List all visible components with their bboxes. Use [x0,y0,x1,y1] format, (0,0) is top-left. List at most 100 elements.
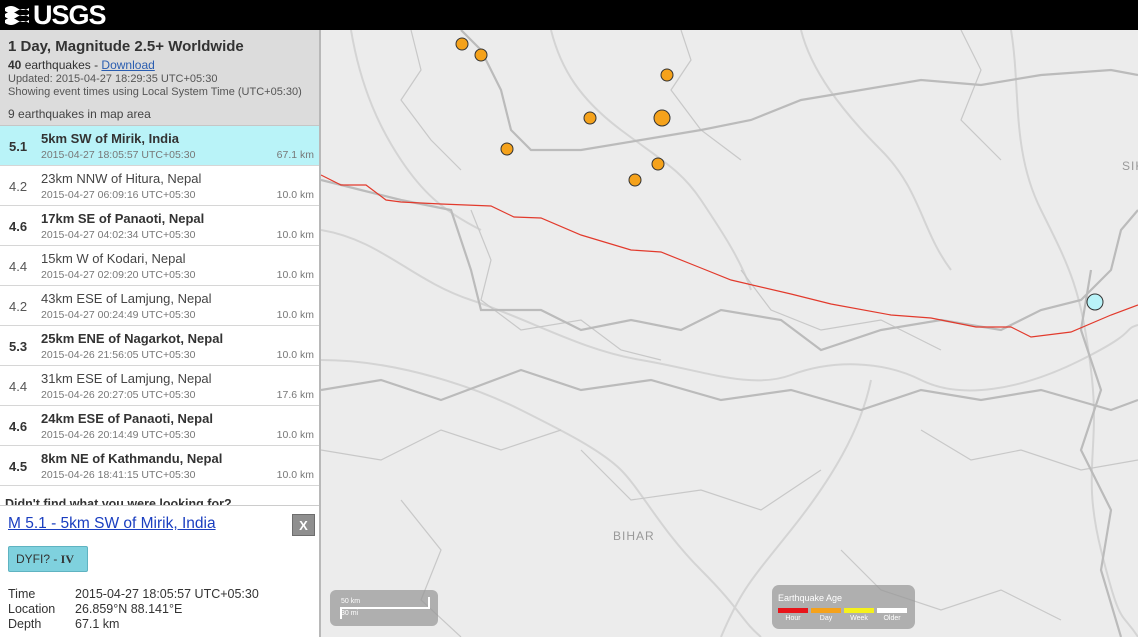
earthquake-depth: 10.0 km [276,349,314,361]
earthquake-magnitude: 4.4 [9,259,28,274]
earthquake-markers [455,37,1104,311]
earthquake-place: 8km NE of Kathmandu, Nepal [41,451,223,466]
map-area-number: 9 [8,107,15,121]
feed-title: 1 Day, Magnitude 2.5+ Worldwide [8,38,244,55]
timezone-note: Showing event times using Local System T… [8,86,302,98]
earthquake-depth: 10.0 km [276,469,314,481]
earthquake-place: 24km ESE of Panaoti, Nepal [41,411,213,426]
international-border [321,174,1138,338]
earthquake-row[interactable]: 4.6 24km ESE of Panaoti, Nepal 2015-04-26 … [0,406,319,446]
legend-title: Earthquake Age [778,593,843,603]
state-boundaries [321,30,1138,637]
legend-label-hour: Hour [785,615,801,622]
earthquake-time: 2015-04-27 02:09:20 UTC+05:30 [41,269,196,281]
earthquake-row[interactable]: 4.5 8km NE of Kathmandu, Nepal 2015-04-26 … [0,446,319,486]
earthquake-list: 5.1 5km SW of Mirik, India 2015-04-27 18:0… [0,126,319,486]
earthquake-day-marker[interactable] [474,48,488,62]
legend-label-day: Day [819,615,833,622]
legend-label-week: Week [850,615,868,622]
detail-row-location: Location 26.859°N 88.141°E [8,602,182,616]
detail-value: 26.859°N 88.141°E [75,602,183,616]
earthquake-depth: 10.0 km [276,189,314,201]
dyfi-intensity: IV [60,552,75,566]
earthquake-time: 2015-04-26 20:27:05 UTC+05:30 [41,389,196,401]
earthquake-magnitude: 4.6 [9,219,28,234]
count-number: 40 [8,58,22,72]
legend-swatch-day [811,608,841,613]
river-lines [321,30,1138,637]
detail-row-depth: Depth 67.1 km [8,617,119,631]
district-boundaries [321,30,1138,637]
earthquake-row[interactable]: 4.4 31km ESE of Lamjung, Nepal 2015-04-26 … [0,366,319,406]
earthquake-place: 5km SW of Mirik, India [41,131,179,146]
age-legend: Earthquake Age Hour Day Week Older [772,585,915,629]
earthquake-row[interactable]: 4.2 23km NNW of Hitura, Nepal 2015-04-27 0… [0,166,319,206]
earthquake-place: 17km SE of Panaoti, Nepal [41,211,205,226]
earthquake-place: 15km W of Kodari, Nepal [41,251,186,266]
scale-mi-label: 30 mi [341,610,359,617]
didnt-find-label: Didn't find what you were looking for? [5,497,232,505]
map-area-suffix: earthquakes in map area [18,107,151,121]
earthquake-magnitude: 4.2 [9,179,28,194]
earthquake-time: 2015-04-27 00:24:49 UTC+05:30 [41,309,196,321]
close-button[interactable]: X [292,514,315,536]
earthquake-depth: 10.0 km [276,229,314,241]
dyfi-button[interactable]: DYFI? - IV [8,546,88,572]
earthquake-time: 2015-04-27 04:02:34 UTC+05:30 [41,229,196,241]
detail-key: Depth [8,617,42,631]
usgs-logo[interactable]: USGS [4,0,107,30]
sidebar: 1 Day, Magnitude 2.5+ Worldwide 40 earth… [0,30,321,637]
earthquake-time: 2015-04-26 18:41:15 UTC+05:30 [41,469,196,481]
usgs-logo-text: USGS [33,0,107,30]
earthquake-depth: 10.0 km [276,269,314,281]
legend-swatch-week [844,608,874,613]
earthquake-time: 2015-04-27 18:05:57 UTC+05:30 [41,149,196,161]
earthquake-magnitude: 4.6 [9,419,28,434]
count-suffix: earthquakes - [24,58,102,72]
earthquake-time: 2015-04-26 20:14:49 UTC+05:30 [41,429,196,441]
earthquake-time: 2015-04-27 06:09:16 UTC+05:30 [41,189,196,201]
download-link[interactable]: Download [101,58,154,72]
scale-km-label: 50 km [341,598,361,605]
earthquake-day-marker[interactable] [455,37,469,51]
detail-value: 67.1 km [75,617,120,631]
earthquake-magnitude: 4.2 [9,299,28,314]
earthquake-day-marker[interactable] [651,157,665,171]
state-label-bihar: BIHAR [613,529,655,543]
detail-value: 2015-04-27 18:05:57 UTC+05:30 [75,587,259,601]
state-label-sikkim: SIK [1122,159,1138,173]
event-title-link[interactable]: M 5.1 - 5km SW of Mirik, India [8,515,216,533]
earthquake-row[interactable]: 5.1 5km SW of Mirik, India 2015-04-27 18:0… [0,126,319,166]
earthquake-place: 23km NNW of Hitura, Nepal [41,171,202,186]
map-canvas [321,30,1138,637]
earthquake-day-marker[interactable] [583,111,597,125]
earthquake-day-marker[interactable] [628,173,642,187]
event-detail-panel: M 5.1 - 5km SW of Mirik, India X DYFI? -… [0,505,319,637]
header-bar: USGS [0,0,1138,30]
earthquake-depth: 10.0 km [276,309,314,321]
usgs-wave-icon [5,6,29,25]
earthquake-depth: 10.0 km [276,429,314,441]
map-view[interactable]: BIHAR SIK 50 km 30 mi Earthquake Age Hou… [321,30,1138,637]
scale-bar [340,607,430,609]
earthquake-magnitude: 4.4 [9,379,28,394]
earthquake-count: 40 earthquakes - Download [8,58,311,73]
earthquake-place: 43km ESE of Lamjung, Nepal [41,291,212,306]
legend-label-older: Older [883,615,901,622]
earthquake-depth: 67.1 km [276,149,314,161]
map-scale: 50 km 30 mi [330,590,438,626]
legend-swatch-hour [778,608,808,613]
earthquake-row[interactable]: 5.3 25km ENE of Nagarkot, Nepal 2015-04-26… [0,326,319,366]
earthquake-magnitude: 5.1 [9,139,28,154]
detail-key: Time [8,587,36,601]
summary-panel: 1 Day, Magnitude 2.5+ Worldwide 40 earth… [0,30,319,126]
earthquake-day-marker[interactable] [653,109,671,127]
earthquake-row[interactable]: 4.2 43km ESE of Lamjung, Nepal 2015-04-27 … [0,286,319,326]
earthquake-day-marker[interactable] [500,142,514,156]
earthquake-day-marker[interactable] [660,68,674,82]
detail-key: Location [8,602,56,616]
earthquake-row[interactable]: 4.6 17km SE of Panaoti, Nepal 2015-04-27 0… [0,206,319,246]
earthquake-row[interactable]: 4.4 15km W of Kodari, Nepal 2015-04-27 02:… [0,246,319,286]
detail-row-time: Time 2015-04-27 18:05:57 UTC+05:30 [8,587,259,601]
earthquake-selected-marker[interactable] [1086,293,1104,311]
